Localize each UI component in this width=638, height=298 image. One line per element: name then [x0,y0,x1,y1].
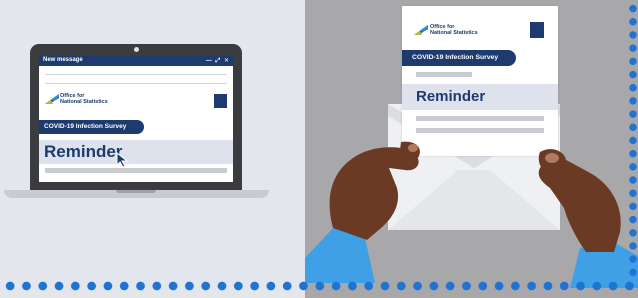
crest-icon [530,22,544,38]
reminder-heading: Reminder [44,142,123,161]
dotted-border-bottom [0,280,638,292]
left-hand [305,141,420,283]
email-window-title: New message [43,57,83,63]
placeholder-line [416,72,472,77]
to-field-line [45,74,227,75]
ons-logo-text: Office for National Statistics [60,93,108,106]
logo-line2: National Statistics [430,29,478,36]
ons-logo-icon [414,25,428,35]
placeholder-line [45,168,227,173]
survey-banner: COVID-19 Infection Survey [402,50,516,66]
logo-line2: National Statistics [60,98,108,105]
laptop-notch [116,190,156,193]
dotted-border-right [628,2,638,280]
survey-label: COVID-19 Infection Survey [44,123,127,130]
survey-banner: COVID-19 Infection Survey [39,120,144,134]
survey-label: COVID-19 Infection Survey [412,54,499,61]
subject-field-line [45,83,227,84]
reminder-heading: Reminder [416,88,486,105]
cursor-arrow-icon [116,152,129,168]
laptop: New message — ⤢ ✕ Office for National St… [30,44,242,190]
left-illustration-panel: New message — ⤢ ✕ Office for National St… [0,0,305,298]
placeholder-line [416,116,544,121]
ons-logo-text: Office for National Statistics [430,24,478,37]
crest-icon [214,94,227,108]
right-hand [538,149,638,288]
email-window: New message — ⤢ ✕ Office for National St… [39,56,233,182]
window-controls[interactable]: — ⤢ ✕ [206,57,230,65]
email-titlebar: New message — ⤢ ✕ [39,56,233,66]
laptop-camera [134,47,139,52]
ons-logo-icon [45,94,59,104]
